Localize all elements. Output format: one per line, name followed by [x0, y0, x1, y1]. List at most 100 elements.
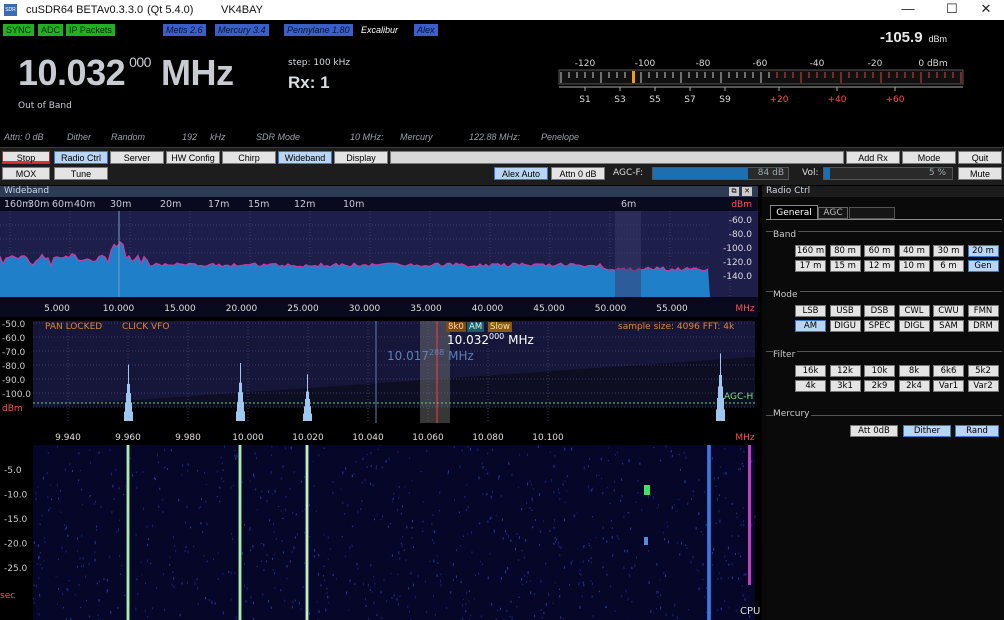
display-button[interactable]: Display: [334, 151, 388, 164]
mercury-rand-button[interactable]: Rand: [955, 425, 999, 437]
wf-noise: [743, 451, 744, 452]
wf-noise: [136, 486, 137, 489]
wf-noise: [456, 576, 457, 578]
band-button-160m[interactable]: 160 m: [795, 245, 826, 257]
band-button-6m[interactable]: 6 m: [933, 260, 964, 272]
filter-button-5k2[interactable]: 5k2: [968, 365, 999, 377]
mode-button-dsb[interactable]: DSB: [864, 305, 895, 317]
band-button-17m[interactable]: 17 m: [795, 260, 826, 272]
filter-button-2k4[interactable]: 2k4: [899, 380, 930, 392]
chirp-button[interactable]: Chirp: [222, 151, 276, 164]
filter-button-var1[interactable]: Var1: [933, 380, 964, 392]
wf-noise: [357, 511, 358, 514]
wf-noise: [740, 468, 741, 470]
filter-button-6k6[interactable]: 6k6: [933, 365, 964, 377]
wb-band-label[interactable]: 17m: [208, 199, 229, 210]
mercury-dither-button[interactable]: Dither: [903, 425, 951, 437]
tab-extra[interactable]: [849, 207, 895, 219]
wideband-spectrum[interactable]: 160m30m 60m 40m 30m 20m 17m 15m 12m 10m 6m dBm-60.…: [0, 197, 758, 317]
agc-badge[interactable]: Slow: [488, 322, 512, 332]
wb-band-label[interactable]: 30m: [28, 199, 49, 210]
vfo-frequency[interactable]: 10.032 000 MHz: [18, 52, 233, 94]
wb-band-label[interactable]: 12m: [294, 199, 315, 210]
band-button-gen[interactable]: Gen: [968, 260, 999, 272]
band-button-60m[interactable]: 60 m: [864, 245, 895, 257]
wf-noise: [82, 504, 83, 506]
meter-top-label: -60: [753, 59, 768, 69]
mode-button-digu[interactable]: DIGU: [830, 320, 861, 332]
hw-config-button[interactable]: HW Config: [166, 151, 220, 164]
filter-button-2k9[interactable]: 2k9: [864, 380, 895, 392]
wf-noise: [251, 596, 252, 598]
mode-button-cwl[interactable]: CWL: [899, 305, 930, 317]
server-button[interactable]: Server: [110, 151, 164, 164]
pan-locked[interactable]: PAN LOCKED: [45, 322, 102, 332]
wb-band-label[interactable]: 15m: [248, 199, 269, 210]
wb-band-label[interactable]: 40m: [74, 199, 95, 210]
mode-button-digl[interactable]: DIGL: [899, 320, 930, 332]
mercury-att0db-button[interactable]: Att 0dB: [850, 425, 898, 437]
mode-button-sam[interactable]: SAM: [933, 320, 964, 332]
filter-button-16k[interactable]: 16k: [795, 365, 826, 377]
step-label[interactable]: step: 100 kHz: [288, 58, 350, 68]
pan-filter-band[interactable]: [420, 321, 450, 423]
wf-noise: [628, 598, 629, 601]
tab-general[interactable]: General: [770, 205, 818, 219]
agcf-slider[interactable]: 84 dB: [652, 167, 789, 180]
mute-button[interactable]: Mute: [958, 167, 1002, 180]
filter-button-3k1[interactable]: 3k1: [830, 380, 861, 392]
mode-button-cwu[interactable]: CWU: [933, 305, 964, 317]
stop-button[interactable]: Stop: [2, 151, 50, 164]
wb-band-label[interactable]: 6m: [621, 199, 636, 210]
band-button-12m[interactable]: 12 m: [864, 260, 895, 272]
mode-button-lsb[interactable]: LSB: [795, 305, 826, 317]
filter-button-4k[interactable]: 4k: [795, 380, 826, 392]
waterfall[interactable]: -5.0 -10.0 -15.0 -20.0 -25.0 sec: [0, 445, 758, 620]
mode-button[interactable]: Mode: [902, 151, 956, 164]
attn-button[interactable]: Attn 0 dB: [551, 167, 605, 180]
band-button-80m[interactable]: 80 m: [830, 245, 861, 257]
volume-slider[interactable]: 5 %: [823, 167, 953, 180]
mode-badge[interactable]: AM: [467, 322, 484, 332]
filter-button-var2[interactable]: Var2: [968, 380, 999, 392]
mode-button-spec[interactable]: SPEC: [864, 320, 895, 332]
wb-band-label[interactable]: 10m: [343, 199, 364, 210]
band-button-40m[interactable]: 40 m: [899, 245, 930, 257]
minimize-icon[interactable]: —: [890, 0, 926, 20]
metis-badge: Metis 2.6: [163, 24, 206, 36]
close-icon[interactable]: ✕: [968, 0, 1004, 20]
wf-noise: [381, 591, 382, 594]
panadapter[interactable]: -50.0 -60.0 -70.0 -80.0 -90.0 -100.0 dBm 9.940 9…: [0, 317, 758, 445]
wf-noise: [98, 614, 99, 616]
maximize-icon[interactable]: ☐: [934, 0, 970, 20]
alex-auto-button[interactable]: Alex Auto: [494, 167, 548, 180]
band-button-15m[interactable]: 15 m: [830, 260, 861, 272]
mode-button-usb[interactable]: USB: [830, 305, 861, 317]
filter-button-8k[interactable]: 8k: [899, 365, 930, 377]
filter-badge[interactable]: 8k0: [446, 322, 466, 332]
band-button-10m[interactable]: 10 m: [899, 260, 930, 272]
mox-button[interactable]: MOX: [2, 167, 50, 180]
band-button-30m[interactable]: 30 m: [933, 245, 964, 257]
wb-band-label[interactable]: 30m: [110, 199, 131, 210]
wf-noise: [719, 494, 720, 496]
add-rx-button[interactable]: Add Rx: [846, 151, 900, 164]
mode-button-fmn[interactable]: FMN: [968, 305, 999, 317]
tune-button[interactable]: Tune: [54, 167, 108, 180]
mode-button-drm[interactable]: DRM: [968, 320, 999, 332]
radio-ctrl-button[interactable]: Radio Ctrl: [54, 151, 108, 164]
wb-band-label[interactable]: 60m: [52, 199, 73, 210]
wideband-button[interactable]: Wideband: [278, 151, 332, 164]
click-vfo[interactable]: CLICK VFO: [122, 322, 169, 332]
band-button-20m[interactable]: 20 m: [968, 245, 999, 257]
wb-band-label[interactable]: 20m: [160, 199, 181, 210]
filter-button-10k[interactable]: 10k: [864, 365, 895, 377]
close-panel-icon[interactable]: ✕: [742, 187, 752, 196]
float-icon[interactable]: ⧉: [729, 187, 739, 196]
mode-button-am[interactable]: AM: [795, 320, 826, 332]
filter-button-12k[interactable]: 12k: [830, 365, 861, 377]
tab-agc[interactable]: AGC: [818, 207, 848, 219]
pan-x-tick: 9.980: [175, 433, 201, 443]
quit-button[interactable]: Quit: [958, 151, 1002, 164]
pan-x-tick: 9.940: [55, 433, 81, 443]
